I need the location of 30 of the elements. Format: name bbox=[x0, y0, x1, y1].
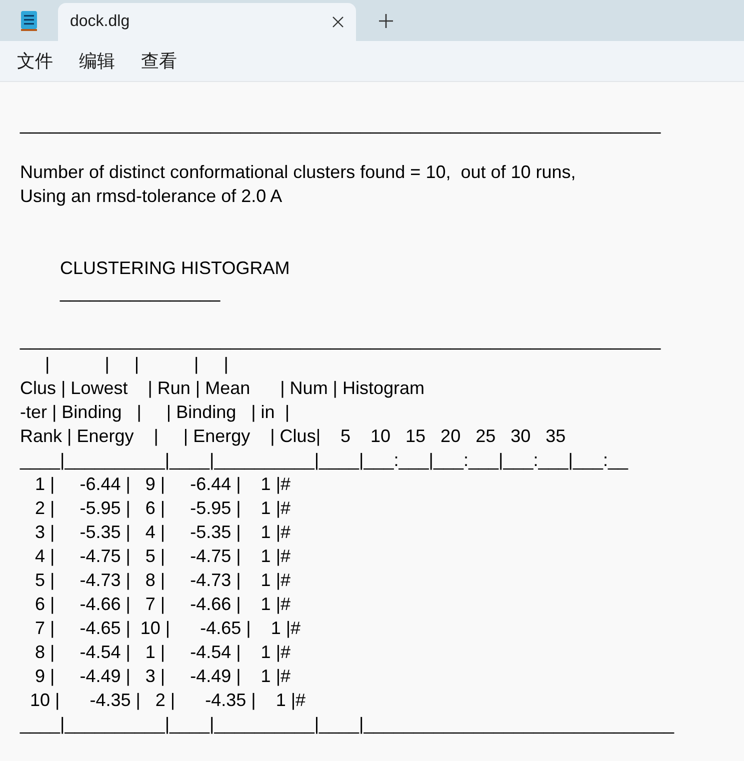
close-icon[interactable] bbox=[332, 16, 344, 28]
text-line: CLUSTERING HISTOGRAM bbox=[59, 258, 290, 278]
text-line: Rank | Energy | | Energy | Clus| 5 10 15 20 25 30 35 bbox=[20, 426, 566, 446]
text-line: ________________________________________________________________ bbox=[20, 330, 661, 350]
text-line: 3 | -5.35 | 4 | -5.35 | 1 |# bbox=[34, 522, 291, 542]
menu-item[interactable]: 文件 bbox=[6, 44, 64, 78]
text-line: ________________________________________________________________ bbox=[20, 114, 661, 134]
text-line: Number of distinct conformational clusters found = 10, out of 10 runs, bbox=[20, 162, 576, 182]
text-line: ____|__________|____|__________|____|___:___|___:___|___:___|___:__ bbox=[20, 450, 628, 470]
text-line: -ter | Binding | | Binding | in | bbox=[20, 402, 290, 422]
menu-item[interactable]: 编辑 bbox=[68, 44, 126, 78]
text-line: 8 | -4.54 | 1 | -4.54 | 1 |# bbox=[34, 642, 291, 662]
text-line: ____|__________|____|__________|____|_______________________________ bbox=[20, 714, 674, 734]
text-line: 5 | -4.73 | 8 | -4.73 | 1 |# bbox=[34, 570, 291, 590]
text-line: Clus | Lowest | Run | Mean | Num | Histogram bbox=[20, 378, 425, 398]
menu-item[interactable]: 查看 bbox=[130, 44, 188, 78]
text-line: ________________ bbox=[58, 282, 220, 302]
text-line: 4 | -4.75 | 5 | -4.75 | 1 |# bbox=[34, 546, 291, 566]
tab-title: dock.dlg bbox=[70, 12, 130, 32]
text-line: | | | | | bbox=[44, 354, 228, 374]
text-line: 6 | -4.66 | 7 | -4.66 | 1 |# bbox=[34, 594, 291, 614]
notepad-icon bbox=[20, 10, 38, 32]
text-line: 10 | -4.35 | 2 | -4.35 | 1 |# bbox=[29, 690, 306, 710]
text-line: 7 | -4.65 | 10 | -4.65 | 1 |# bbox=[34, 618, 301, 638]
new-tab-icon[interactable] bbox=[379, 14, 393, 28]
text-line: 9 | -4.49 | 3 | -4.49 | 1 |# bbox=[34, 666, 291, 686]
text-line: 2 | -5.95 | 6 | -5.95 | 1 |# bbox=[34, 498, 291, 518]
text-line: Using an rmsd-tolerance of 2.0 A bbox=[20, 186, 282, 206]
text-line: 1 | -6.44 | 9 | -6.44 | 1 |# bbox=[34, 474, 291, 494]
file-tab[interactable]: dock.dlg bbox=[58, 3, 356, 41]
